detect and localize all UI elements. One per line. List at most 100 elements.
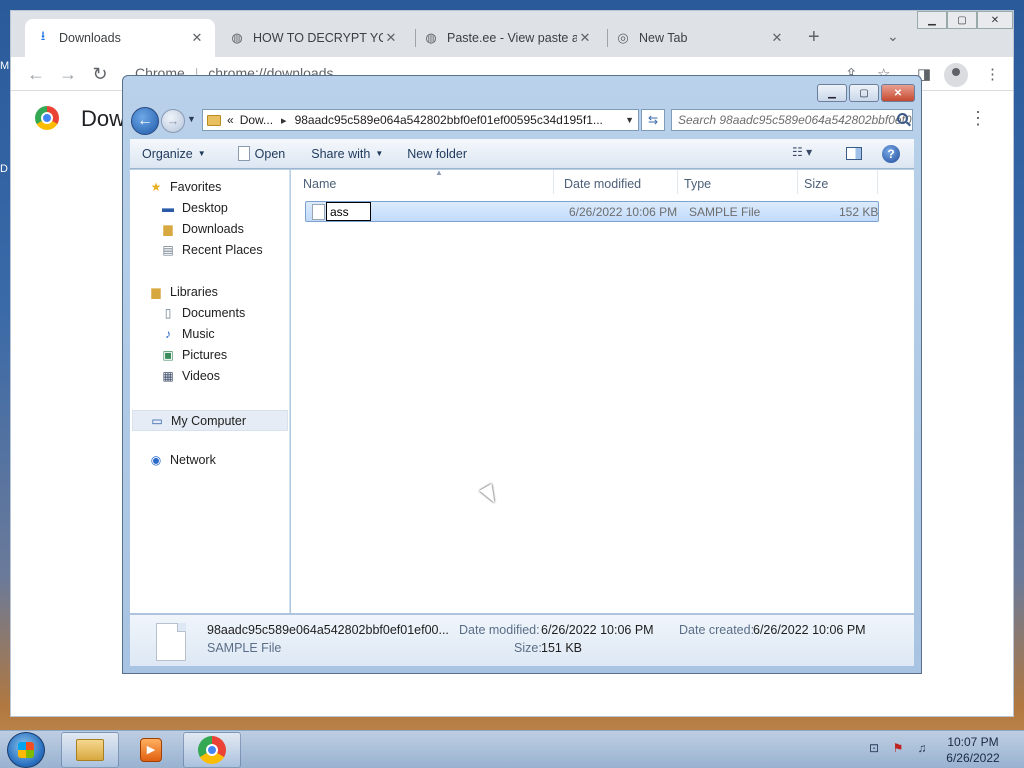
document-icon <box>237 146 250 161</box>
nav-label: Downloads <box>182 222 244 236</box>
column-header-name[interactable]: ▲ Name <box>297 168 554 194</box>
breadcrumb-separator-icon[interactable]: ▸ <box>281 114 287 127</box>
network-icon: ◉ <box>150 453 162 467</box>
preview-pane-icon[interactable] <box>846 147 862 160</box>
open-button[interactable]: Open <box>216 146 296 161</box>
tab-paste[interactable]: ◍ Paste.ee - View paste a ✕ <box>413 19 603 57</box>
column-label: Size <box>804 177 829 191</box>
details-filename: 98aadc95c589e064a542802bbf0ef01ef00... <box>207 623 449 637</box>
chevron-down-icon: ▼ <box>375 149 384 158</box>
network-tray-icon[interactable]: ⊡ <box>866 741 882 757</box>
column-header-type[interactable]: Type <box>678 170 798 194</box>
nav-music[interactable]: ♪ Music <box>160 327 215 341</box>
close-icon[interactable]: ✕ <box>189 30 205 46</box>
tab-downloads[interactable]: ⭳ Downloads ✕ <box>25 19 215 57</box>
rename-field[interactable] <box>326 202 371 221</box>
folder-icon <box>76 739 104 761</box>
file-size: 152 KB <box>839 205 879 219</box>
close-icon[interactable]: ✕ <box>383 30 399 46</box>
breadcrumb-item[interactable]: 98aadc95c589e064a542802bbf0ef01ef00595c3… <box>295 113 603 127</box>
music-icon: ♪ <box>165 327 171 341</box>
minimize-button[interactable]: ▁ <box>917 11 947 29</box>
nav-favorites[interactable]: ★ Favorites <box>148 180 222 194</box>
desktop-icon-label: D <box>0 163 8 175</box>
globe-icon: ◍ <box>425 30 437 45</box>
clock-time: 10:07 PM <box>947 735 999 749</box>
overflow-chevron-icon[interactable]: « <box>227 113 234 127</box>
tab-title: New Tab <box>639 31 688 45</box>
back-arrow-icon[interactable]: ← <box>25 63 47 85</box>
recent-pages-chevron-icon[interactable]: ▼ <box>187 114 196 124</box>
search-icon[interactable] <box>897 113 908 124</box>
reload-icon[interactable]: ↻ <box>89 63 111 85</box>
system-clock[interactable]: 10:07 PM 6/26/2022 <box>940 734 1006 766</box>
open-label: Open <box>254 146 286 161</box>
download-icon: ⭳ <box>40 28 46 43</box>
column-header-date-modified[interactable]: Date modified <box>558 170 678 194</box>
column-label: Date modified <box>564 177 642 191</box>
address-breadcrumb[interactable]: « Dow... ▸ 98aadc95c589e064a542802bbf0ef… <box>202 109 639 131</box>
nav-recent-places[interactable]: ▤ Recent Places <box>160 243 262 257</box>
details-date-created-label: Date created: <box>679 623 755 637</box>
details-filetype: SAMPLE File <box>207 641 282 655</box>
new-folder-button[interactable]: New folder <box>393 147 477 161</box>
new-folder-label: New folder <box>407 146 467 161</box>
maximize-button[interactable]: ▢ <box>947 11 977 29</box>
star-icon: ★ <box>150 180 162 194</box>
taskbar-media-player-button[interactable]: ▶ <box>122 732 180 768</box>
navigation-pane: ★ Favorites ▬ Desktop ▆ Downloads ▤ Recent P… <box>130 170 290 613</box>
tab-new[interactable]: ◎ New Tab ✕ <box>605 19 795 57</box>
tab-title: Downloads <box>59 31 121 45</box>
menu-kebab-icon[interactable]: ⋮ <box>985 65 1000 83</box>
tab-search-chevron-icon[interactable]: ⌄ <box>887 28 899 45</box>
details-pane: 98aadc95c589e064a542802bbf0ef01ef00... S… <box>130 614 914 666</box>
sort-ascending-icon: ▲ <box>435 168 443 177</box>
column-header-size[interactable]: Size <box>798 170 878 194</box>
help-icon[interactable]: ? <box>882 145 900 163</box>
nav-downloads[interactable]: ▆ Downloads <box>160 222 244 236</box>
chrome-logo-icon <box>35 106 59 130</box>
details-date-modified-label: Date modified: <box>459 623 540 637</box>
maximize-button[interactable]: ▢ <box>849 84 879 102</box>
search-placeholder: Search 98aadc95c589e064a542802bbf0ef01ef… <box>678 113 912 127</box>
globe-icon: ◍ <box>231 30 243 45</box>
search-input[interactable]: Search 98aadc95c589e064a542802bbf0ef01ef… <box>671 109 913 131</box>
nav-videos[interactable]: ▦ Videos <box>160 369 220 383</box>
close-icon[interactable]: ✕ <box>577 30 593 46</box>
nav-documents[interactable]: ▯ Documents <box>160 306 246 320</box>
organize-button[interactable]: Organize ▼ <box>130 147 216 161</box>
nav-my-computer[interactable]: ▭ My Computer <box>132 410 288 431</box>
more-actions-kebab-icon[interactable]: ⋮ <box>969 108 987 129</box>
nav-pictures[interactable]: ▣ Pictures <box>160 348 227 362</box>
taskbar-explorer-button[interactable] <box>61 732 119 768</box>
share-with-button[interactable]: Share with ▼ <box>295 147 393 161</box>
nav-network[interactable]: ◉ Network <box>148 453 216 467</box>
tab-decrypt[interactable]: ◍ HOW TO DECRYPT YOU ✕ <box>219 19 409 57</box>
nav-label: Videos <box>182 369 220 383</box>
action-center-flag-icon[interactable]: ⚑ <box>890 741 906 757</box>
share-with-label: Share with <box>311 146 371 161</box>
breadcrumb-item[interactable]: Dow... <box>240 113 273 127</box>
close-button[interactable]: ✕ <box>881 84 915 102</box>
change-view-icon[interactable]: ☷ ▾ <box>792 145 828 163</box>
new-tab-button[interactable]: + <box>808 26 820 49</box>
taskbar-chrome-button[interactable] <box>183 732 241 768</box>
address-dropdown-icon[interactable]: ▼ <box>625 115 634 125</box>
videos-icon: ▦ <box>162 369 174 383</box>
forward-arrow-icon[interactable]: → <box>161 109 185 133</box>
profile-avatar[interactable] <box>944 63 968 87</box>
close-icon[interactable]: ✕ <box>769 30 785 46</box>
file-icon <box>156 623 186 661</box>
volume-icon[interactable]: ♫ <box>914 741 930 757</box>
start-button[interactable] <box>7 732 45 768</box>
forward-arrow-icon[interactable]: → <box>57 63 79 85</box>
nav-libraries[interactable]: ▆ Libraries <box>148 285 218 299</box>
explorer-window: ▁ ▢ ✕ ← → ▼ « Dow... ▸ 98aadc95c589e064a… <box>122 75 922 674</box>
chrome-icon <box>198 736 226 764</box>
minimize-button[interactable]: ▁ <box>817 84 847 102</box>
nav-desktop[interactable]: ▬ Desktop <box>160 201 228 215</box>
file-row[interactable]: 6/26/2022 10:06 PM SAMPLE File 152 KB <box>305 201 879 222</box>
back-arrow-icon[interactable]: ← <box>131 107 159 135</box>
refresh-icon[interactable]: ⇆ <box>641 109 665 131</box>
close-button[interactable]: ✕ <box>977 11 1013 29</box>
